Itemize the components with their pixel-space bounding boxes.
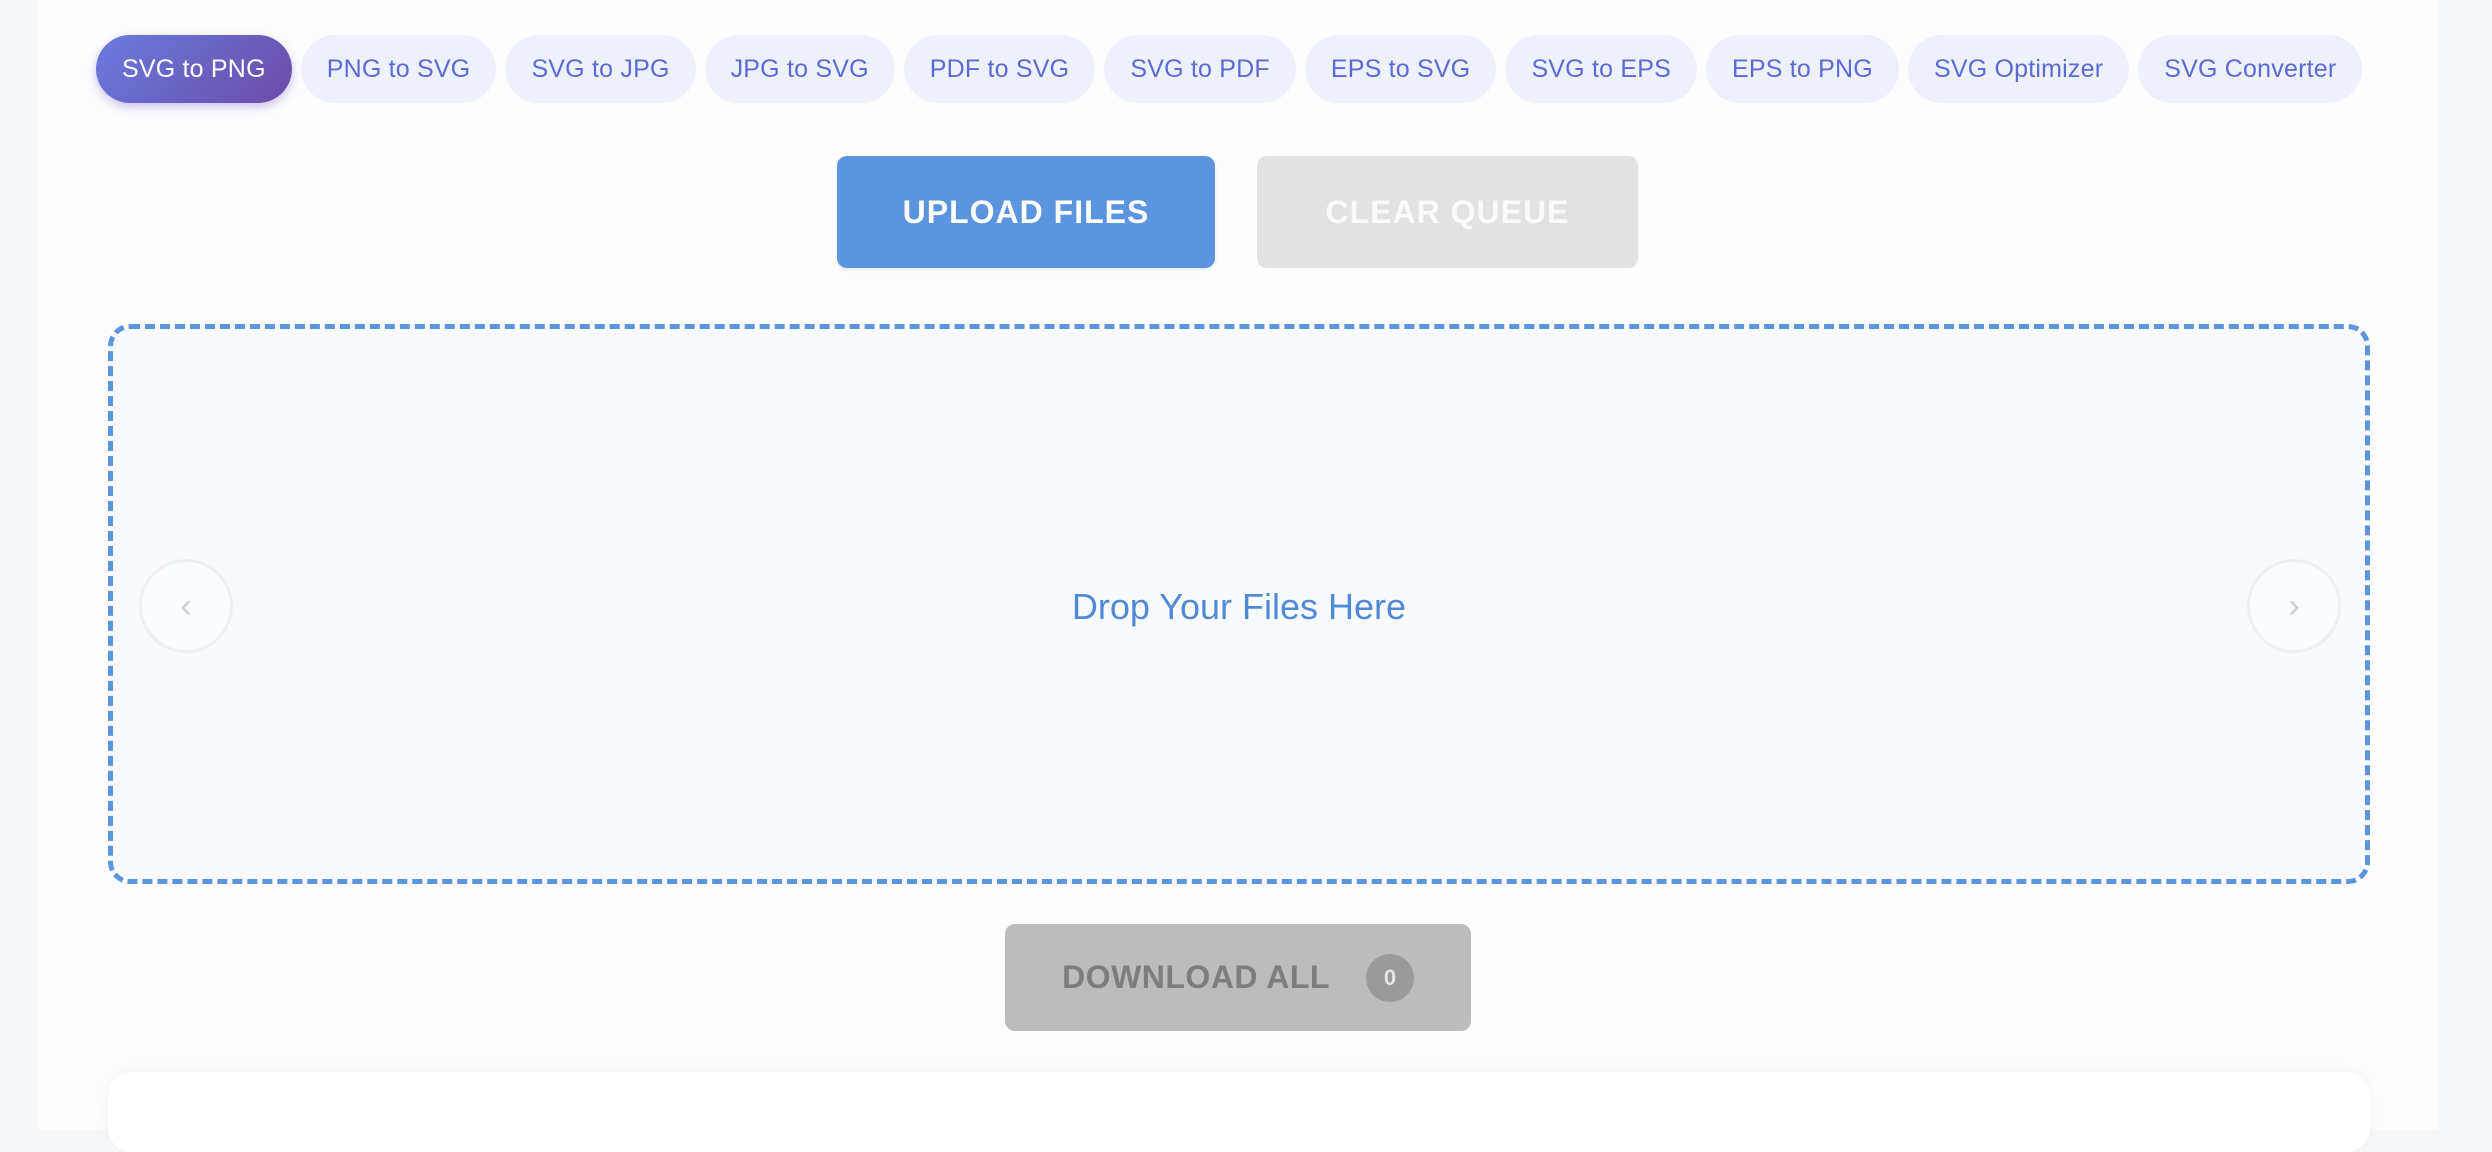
tab-pdf-to-svg[interactable]: PDF to SVG (903, 35, 1096, 103)
upload-files-button[interactable]: UPLOAD FILES (837, 156, 1215, 268)
converter-tabs: SVG to PNG PNG to SVG SVG to JPG JPG to … (96, 35, 2363, 103)
tab-png-to-svg[interactable]: PNG to SVG (300, 35, 497, 103)
drop-zone-label: Drop Your Files Here (1071, 586, 1407, 627)
tab-svg-converter[interactable]: SVG Converter (2138, 35, 2363, 103)
carousel-next-button[interactable]: › (2247, 559, 2341, 653)
chevron-right-icon: › (2288, 586, 2300, 625)
download-all-label: DOWNLOAD ALL (1062, 959, 1330, 995)
tab-svg-to-pdf[interactable]: SVG to PDF (1104, 35, 1296, 103)
clear-queue-button[interactable]: CLEAR QUEUE (1257, 156, 1638, 268)
tab-svg-to-eps[interactable]: SVG to EPS (1505, 35, 1697, 103)
file-drop-zone[interactable]: ‹ Drop Your Files Here › (108, 324, 2370, 884)
tab-eps-to-svg[interactable]: EPS to SVG (1304, 35, 1497, 103)
tab-jpg-to-svg[interactable]: JPG to SVG (704, 35, 895, 103)
tab-svg-optimizer[interactable]: SVG Optimizer (1907, 35, 2130, 103)
results-card (108, 1072, 2370, 1152)
download-all-button[interactable]: DOWNLOAD ALL 0 (1005, 924, 1471, 1031)
tab-svg-to-jpg[interactable]: SVG to JPG (505, 35, 696, 103)
tab-eps-to-png[interactable]: EPS to PNG (1706, 35, 1899, 103)
download-count-badge: 0 (1365, 953, 1414, 1002)
tab-svg-to-png[interactable]: SVG to PNG (96, 35, 292, 103)
